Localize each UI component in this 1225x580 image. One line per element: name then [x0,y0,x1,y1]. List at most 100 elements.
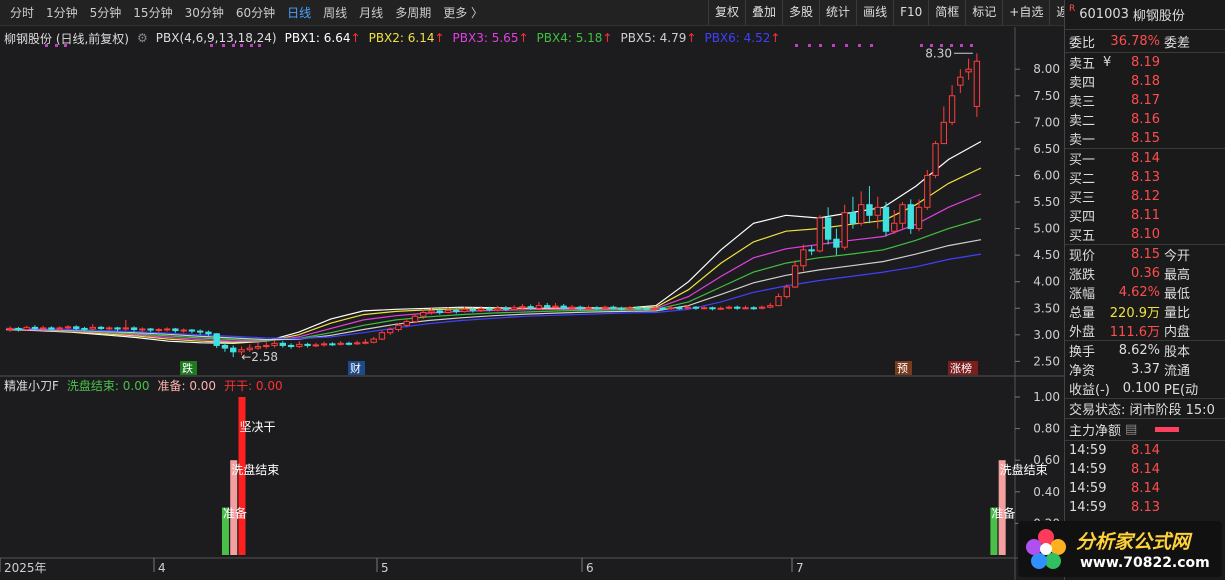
signal-dot [819,44,822,47]
candle-body [791,265,799,288]
tool-button[interactable]: 复权 [708,0,745,26]
candle-body [651,307,658,310]
candle-body [337,342,344,345]
tool-button[interactable]: 标记 [965,0,1002,26]
candle-body [180,329,187,332]
candle-body [510,307,518,310]
candle-body [420,312,427,317]
period-tab[interactable]: 15分钟 [127,4,178,21]
period-tab[interactable]: 日线 [281,4,317,21]
tool-button[interactable]: F10 [893,0,928,26]
stock-name: 柳钢股份 [1132,9,1185,24]
top-toolbar: 分时 1分钟 5分钟 15分钟 30分钟 60分钟 日线 周线 月线 多周期 更多 〉 复权 叠加 多股… [0,0,1225,26]
event-tag-label: 财 [350,361,361,375]
quote-label: 收益(-) [1069,383,1110,398]
candle-body [924,174,931,208]
tool-button[interactable]: 画线 [856,0,893,26]
candle [882,202,890,237]
candle-body [659,307,667,310]
time-tick-label: 2025年 [4,561,47,575]
signal-dot [858,44,861,47]
candle-body [15,327,22,331]
candle-body [453,309,460,312]
weibi-value: 36.78% [1110,33,1160,49]
time-tick-label: 5 [381,561,389,575]
candle-body [816,217,824,252]
candle-body [486,308,493,311]
candle-body [411,315,419,323]
quote-row: 涨幅 4.62% 最低 [1065,283,1225,302]
quote-label: 净资 [1069,364,1096,379]
candle-body [23,326,30,331]
tool-button[interactable]: 多股 [782,0,819,26]
legend-item: PBX3: 5.65↑ [453,31,529,45]
price-tick-label: 4.50 [1033,248,1060,262]
quote-label: 买三 [1069,191,1096,206]
period-tab[interactable]: 更多 〉 [437,4,489,21]
tool-button[interactable]: +自选 [1002,0,1049,26]
quote-label: 卖一 [1069,133,1096,148]
candle-body [81,327,88,330]
candle-body [254,346,262,349]
signal-dot [832,44,835,47]
quote-row: 净资 3.37 流通 [1065,360,1225,379]
candle-body [560,305,567,309]
period-tab[interactable]: 多周期 [389,4,437,21]
settings-gear-icon[interactable]: ⚙ [137,31,148,45]
candle-body [717,307,724,310]
candle-body [461,308,468,312]
indicator-name: PBX(4,6,9,13,18,24) [155,31,277,45]
buy-orders: 买一 8.14 买二 8.13 买三 8.12 买四 8.11 买五 8.10 [1065,148,1225,244]
quote-row: 总量 220.9万 量比 [1065,302,1225,321]
stock-code: 601003 [1079,7,1129,22]
legend-item: PBX1: 6.64↑ [285,31,361,45]
period-tab[interactable]: 1分钟 [40,4,84,21]
sub-tick-label: 0.80 [1033,422,1060,436]
candle-body [932,143,939,176]
price-tick-label: 5.00 [1033,222,1060,236]
quote-value: 0.36 [1131,266,1160,281]
period-tab[interactable]: 周线 [317,4,353,21]
quote-value: 8.62% [1118,343,1160,358]
candle-body [271,342,278,346]
candle-body [601,306,609,309]
candle-body [477,308,485,311]
tool-buttons: 复权叠加多股统计画线F10简框标记+自选返回 [708,0,1086,26]
tick-row: 14:59 8.14 [1065,479,1225,498]
period-tab[interactable]: 30分钟 [179,4,230,21]
candle-body [48,327,55,330]
candle-body [205,331,212,335]
candle [907,199,914,234]
tool-button[interactable]: 简框 [928,0,965,26]
period-tab[interactable]: 分时 [4,4,40,21]
candle-body [263,344,270,348]
candle-body [957,76,964,86]
candle-body [428,310,435,314]
period-tab[interactable]: 月线 [353,4,389,21]
tool-button[interactable]: 统计 [819,0,856,26]
price-stats: 现价 8.15 今开 涨跌 0.36 最高 涨幅 4.62% 最低 总量 220.9万 量比 外盘 111… [1065,244,1225,340]
quote-panel: R 601003 柳钢股份 委比 36.78% 委差 卖五 8.19 ¥ 卖四 8.18… [1064,0,1225,580]
price-tick-label: 4.00 [1033,275,1060,289]
tool-button[interactable]: 叠加 [745,0,782,26]
period-tab[interactable]: 5分钟 [84,4,128,21]
candle-body [907,204,914,230]
quote-row: 卖一 8.15 [1065,129,1225,148]
legend-label: PBX1: 6.64 [284,31,351,45]
tick-time: 14:59 [1069,500,1107,515]
candle-body [742,307,749,310]
up-arrow-icon: ↑ [770,31,781,45]
sub-legend: 精准小刀F 洗盘结束: 0.00 准备: 0.00 开干: 0.00 [4,377,283,394]
quote-row: 买四 8.11 [1065,206,1225,225]
candle-body [31,326,39,329]
kline-chart[interactable]: 8.00 7.50 7.00 6.50 6.00 5.50 5.00 4.50 4.00 3.50… [0,27,1064,580]
quote-value: 220.9万 [1109,306,1160,321]
candle-body [114,327,121,330]
list-icon[interactable]: ▤ [1121,422,1137,437]
candle-body [163,328,171,331]
period-tab[interactable]: 60分钟 [230,4,281,21]
candle-body [808,249,815,252]
quote-row: 涨跌 0.36 最高 [1065,264,1225,283]
candle-body [287,344,295,348]
candle-body [345,342,353,345]
